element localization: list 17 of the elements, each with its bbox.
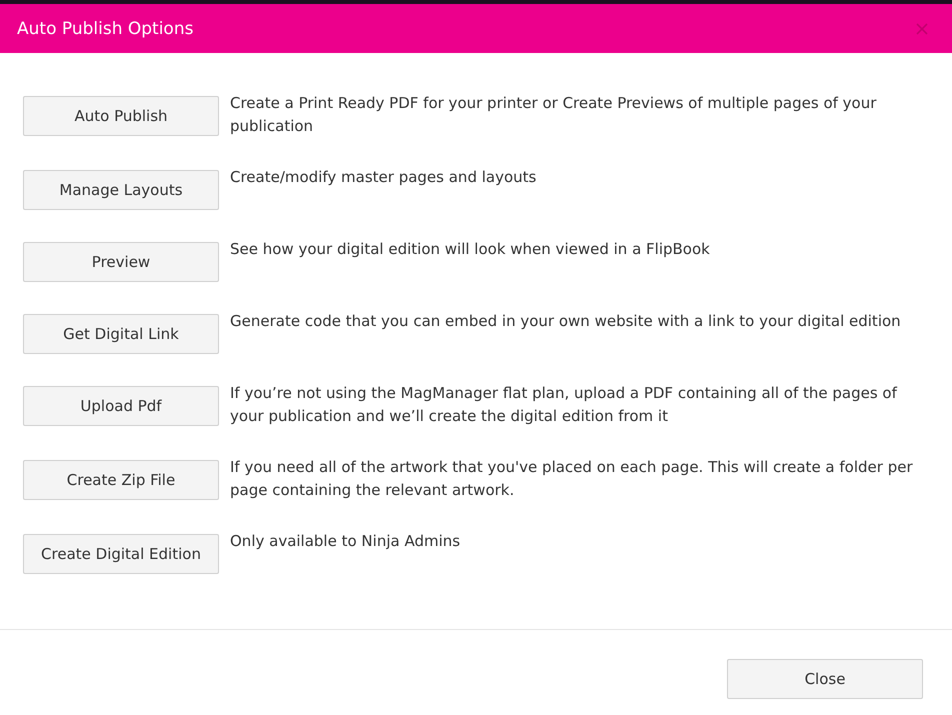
option-button[interactable]: Get Digital Link <box>23 314 219 354</box>
option-description: Generate code that you can embed in your own website with a link to your digital edition <box>230 311 901 332</box>
option-description: Only available to Ninja Admins <box>230 531 460 552</box>
option-button[interactable]: Preview <box>23 242 219 282</box>
option-button[interactable]: Upload Pdf <box>23 386 219 426</box>
option-description: See how your digital edition will look when viewed in a FlipBook <box>230 239 710 260</box>
close-button[interactable]: Close <box>727 659 923 699</box>
option-button[interactable]: Create Digital Edition <box>23 534 219 574</box>
dialog-title: Auto Publish Options <box>17 18 194 38</box>
option-button[interactable]: Create Zip File <box>23 460 219 500</box>
option-description: If you’re not using the MagManager flat plan, upload a PDF containing all of the pages of your publication and we’ll create the digital edition from it <box>230 383 898 427</box>
option-description: If you need all of the artwork that you've placed on each page. This will create a folder per page containing the relevant artwork. <box>230 457 914 501</box>
option-button[interactable]: Manage Layouts <box>23 170 219 210</box>
option-description: Create/modify master pages and layouts <box>230 167 536 188</box>
option-button[interactable]: Auto Publish <box>23 96 219 136</box>
close-icon[interactable] <box>916 22 928 34</box>
option-description: Create a Print Ready PDF for your printer or Create Previews of multiple pages of your publication <box>230 93 878 137</box>
